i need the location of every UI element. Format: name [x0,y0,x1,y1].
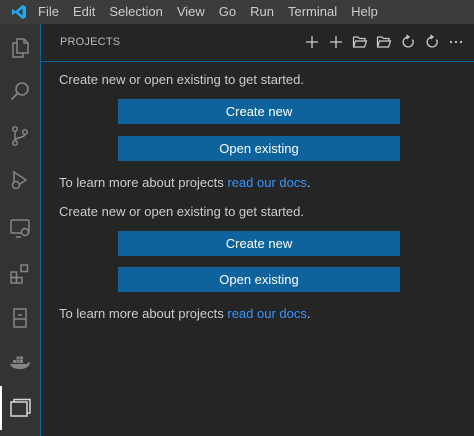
folder-open-icon[interactable] [374,32,394,52]
title-bar: File Edit Selection View Go Run Terminal… [0,0,474,24]
menu-edit[interactable]: Edit [66,0,102,24]
menu-file[interactable]: File [38,0,66,24]
create-new-button[interactable]: Create new [118,99,400,124]
refresh-icon[interactable] [398,32,418,52]
open-existing-button[interactable]: Open existing [118,267,400,292]
source-control-icon[interactable] [0,114,40,158]
menu-selection[interactable]: Selection [102,0,169,24]
files-icon[interactable] [0,26,40,70]
add-icon[interactable] [302,32,322,52]
menu-go[interactable]: Go [212,0,243,24]
sidebar-divider [41,61,474,62]
welcome-intro: Create new or open existing to get start… [59,204,304,219]
project-manager-icon[interactable] [0,386,40,430]
sidebar-header: PROJECTS [41,24,474,59]
menu-help[interactable]: Help [344,0,385,24]
package-icon[interactable] [0,296,40,340]
projects-sidebar: PROJECTS Create new or open existing to … [40,24,474,436]
run-debug-icon[interactable] [0,158,40,202]
sidebar-title: PROJECTS [60,35,121,48]
more-icon[interactable] [446,32,466,52]
menu-run[interactable]: Run [243,0,281,24]
menu-bar: File Edit Selection View Go Run Terminal… [38,0,385,24]
learn-more-suffix: . [306,175,311,190]
create-new-button[interactable]: Create new [118,231,400,256]
folder-open-icon[interactable] [350,32,370,52]
activity-bar [0,24,40,436]
docs-link[interactable]: read our docs [227,175,307,190]
menu-terminal[interactable]: Terminal [281,0,344,24]
open-existing-button[interactable]: Open existing [118,136,400,161]
refresh-icon[interactable] [422,32,442,52]
add-icon[interactable] [326,32,346,52]
docker-icon[interactable] [0,340,40,384]
docs-link[interactable]: read our docs [227,306,307,321]
remote-explorer-icon[interactable] [0,206,40,250]
sidebar-actions [302,32,474,52]
extensions-icon[interactable] [0,252,40,296]
search-icon[interactable] [0,70,40,114]
learn-more-text: To learn more about projects read our do… [59,306,311,321]
welcome-intro: Create new or open existing to get start… [59,72,304,87]
learn-more-prefix: To learn more about projects [59,175,228,190]
learn-more-prefix: To learn more about projects [59,306,228,321]
learn-more-suffix: . [306,306,311,321]
learn-more-text: To learn more about projects read our do… [59,175,311,190]
menu-view[interactable]: View [170,0,212,24]
vscode-logo-icon[interactable] [0,0,38,24]
